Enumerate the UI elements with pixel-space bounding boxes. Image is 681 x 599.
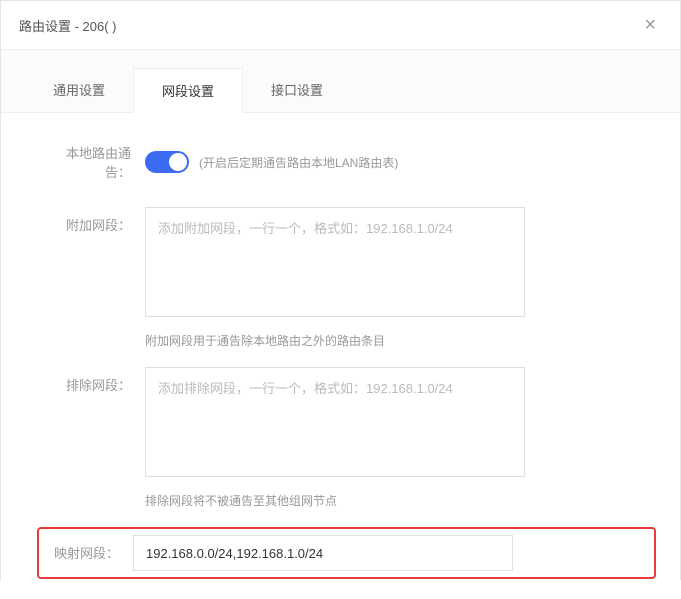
tab-interface[interactable]: 接口设置 — [243, 68, 351, 112]
additional-segment-help: 附加网段用于通告除本地路由之外的路由条目 — [145, 332, 525, 349]
additional-segment-field: 附加网段用于通告除本地路由之外的路由条目 — [145, 207, 636, 349]
local-route-advert-hint: (开启后定期通告路由本地LAN路由表) — [199, 154, 398, 171]
tabs-bar: 通用设置 网段设置 接口设置 — [1, 50, 680, 113]
tab-network[interactable]: 网段设置 — [133, 68, 243, 113]
additional-segment-label: 附加网段： — [45, 207, 145, 234]
exclude-segment-textarea[interactable] — [145, 367, 525, 477]
exclude-segment-row: 排除网段： 排除网段将不被通告至其他组网节点 — [45, 367, 636, 509]
exclude-segment-field: 排除网段将不被通告至其他组网节点 — [145, 367, 636, 509]
dialog-title: 路由设置 - 206( ) — [19, 16, 117, 35]
close-icon[interactable]: × — [638, 13, 662, 37]
local-route-advert-field: (开启后定期通告路由本地LAN路由表) — [145, 151, 636, 173]
local-route-advert-label: 本地路由通告： — [45, 143, 145, 181]
exclude-segment-help: 排除网段将不被通告至其他组网节点 — [145, 492, 525, 509]
mapping-segment-label: 映射网段： — [39, 535, 133, 562]
additional-segment-textarea[interactable] — [145, 207, 525, 317]
route-settings-dialog: 路由设置 - 206( ) × 通用设置 网段设置 接口设置 本地路由通告： (… — [0, 0, 681, 580]
mapping-segment-highlight: 映射网段： — [37, 527, 656, 579]
local-route-advert-row: 本地路由通告： (开启后定期通告路由本地LAN路由表) — [45, 143, 636, 181]
exclude-segment-label: 排除网段： — [45, 367, 145, 394]
tab-general[interactable]: 通用设置 — [25, 68, 133, 112]
dialog-header: 路由设置 - 206( ) × — [1, 1, 680, 50]
local-route-advert-toggle[interactable] — [145, 151, 189, 173]
mapping-segment-field — [133, 535, 648, 571]
tab-content: 本地路由通告： (开启后定期通告路由本地LAN路由表) 附加网段： 附加网段用于… — [1, 113, 680, 599]
mapping-segment-row: 映射网段： — [39, 535, 648, 571]
mapping-segment-input[interactable] — [133, 535, 513, 571]
additional-segment-row: 附加网段： 附加网段用于通告除本地路由之外的路由条目 — [45, 207, 636, 349]
